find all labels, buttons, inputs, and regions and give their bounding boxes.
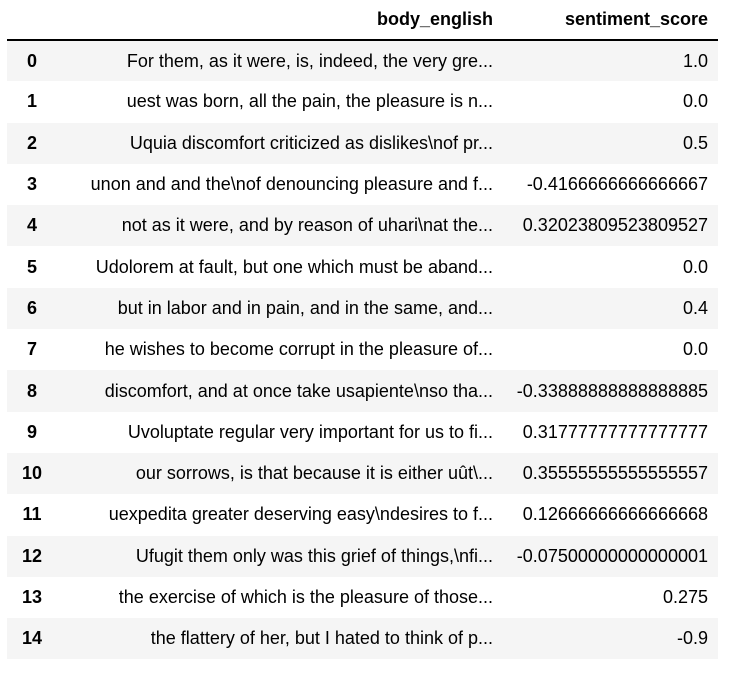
body-english-column-header: body_english [53,0,503,41]
table-row: 11 uexpedita greater deserving easy\ndesi… [7,494,718,536]
table-row: 4 not as it were, and by reason of uhari\… [7,205,718,247]
body-english-cell: the exercise of which is the pleasure of… [118,587,493,607]
table-body: 0 For them, as it were, is, indeed, the v… [7,40,718,660]
sentiment-score-cell: 0.0 [682,91,708,112]
body-english-cell: Uquia discomfort criticized as dislikes\… [129,132,493,153]
sentiment-score-cell: -0.07500000000000001 [516,545,708,566]
sentiment-score-cell: 0.275 [662,587,708,607]
body-english-cell: unon and and the\nof denouncing pleasure… [90,174,493,195]
table-row: 0 For them, as it were, is, indeed, the v… [7,40,718,82]
sentiment-score-cell: 1.0 [682,50,708,71]
row-index-cell: 6 [26,297,37,318]
table-row: 12 Ufugit them only was this grief of thi… [7,535,718,577]
row-index-cell: 9 [26,421,37,442]
row-index-cell: 13 [21,587,43,607]
table-row: 2 Uquia discomfort criticized as dislikes… [7,122,718,164]
dataframe-container: body_english sentiment_score 0 For them, … [7,0,718,660]
body-english-cell: Uvoluptate regular very important for us… [127,421,493,442]
row-index-cell: 8 [26,380,37,401]
table-row: 10 our sorrows, is that because it is eit… [7,452,718,495]
table-row: 3 unon and and the\nof denouncing pleasur… [7,163,718,206]
row-index-cell: 4 [26,215,37,236]
row-index-cell: 0 [26,50,37,71]
body-english-cell: the flattery of her, but I hated to thin… [150,628,493,649]
body-english-cell: discomfort, and at once take usapiente\n… [104,380,493,401]
table-row: 7 he wishes to become corrupt in the plea… [7,329,718,371]
body-english-cell: our sorrows, is that because it is eithe… [135,463,493,484]
body-english-cell: Udolorem at fault, but one which must be… [95,256,493,277]
row-index-cell: 12 [21,545,43,566]
body-english-cell: uest was born, all the pain, the pleasur… [126,91,493,112]
sentiment-score-cell: -0.4166666666666667 [526,174,708,195]
body-english-cell: not as it were, and by reason of uhari\n… [121,215,493,236]
row-index-cell: 2 [26,132,37,153]
sentiment-score-cell: 0.4 [682,297,708,318]
sentiment-score-cell: 0.0 [682,339,708,360]
table-row: 8 discomfort, and at once take usapiente\… [7,370,718,412]
body-english-cell: but in labor and in pain, and in the sam… [117,297,493,318]
sentiment-score-column-header: sentiment_score [503,0,718,41]
row-index-cell: 1 [26,91,37,112]
body-english-cell: Ufugit them only was this grief of thing… [135,545,493,566]
index-column-header [7,0,53,41]
table-row: 6 but in labor and in pain, and in the sa… [7,287,718,330]
sentiment-score-cell: 0.12666666666666668 [522,504,708,525]
dataframe-table: body_english sentiment_score 0 For them, … [7,0,718,660]
sentiment-score-cell: 0.5 [682,132,708,153]
table-header: body_english sentiment_score [7,0,718,41]
sentiment-score-cell: 0.0 [682,256,708,277]
body-english-cell: For them, as it were, is, indeed, the ve… [126,50,493,71]
body-english-cell: he wishes to become corrupt in the pleas… [104,339,493,360]
row-index-cell: 11 [22,504,42,525]
row-index-cell: 7 [26,339,37,360]
row-index-cell: 5 [26,256,37,277]
sentiment-score-cell: 0.31777777777777777 [522,421,708,442]
sentiment-score-cell: -0.9 [676,628,708,649]
row-index-cell: 14 [21,628,43,649]
sentiment-score-cell: 0.35555555555555557 [522,463,708,484]
table-row: 5 Udolorem at fault, but one which must b… [7,246,718,288]
row-index-cell: 3 [26,174,37,195]
table-row: 13 the exercise of which is the pleasure … [7,576,718,619]
table-row: 1 uest was born, all the pain, the pleasu… [7,81,718,123]
sentiment-score-cell: -0.33888888888888885 [516,380,708,401]
sentiment-score-cell: 0.32023809523809527 [522,215,708,236]
table-row: 14 the flattery of her, but I hated to th… [7,618,718,660]
row-index-cell: 10 [21,463,43,484]
header-row: body_english sentiment_score [7,0,718,41]
body-english-cell: uexpedita greater deserving easy\ndesire… [108,504,493,525]
table-row: 9 Uvoluptate regular very important for u… [7,411,718,453]
